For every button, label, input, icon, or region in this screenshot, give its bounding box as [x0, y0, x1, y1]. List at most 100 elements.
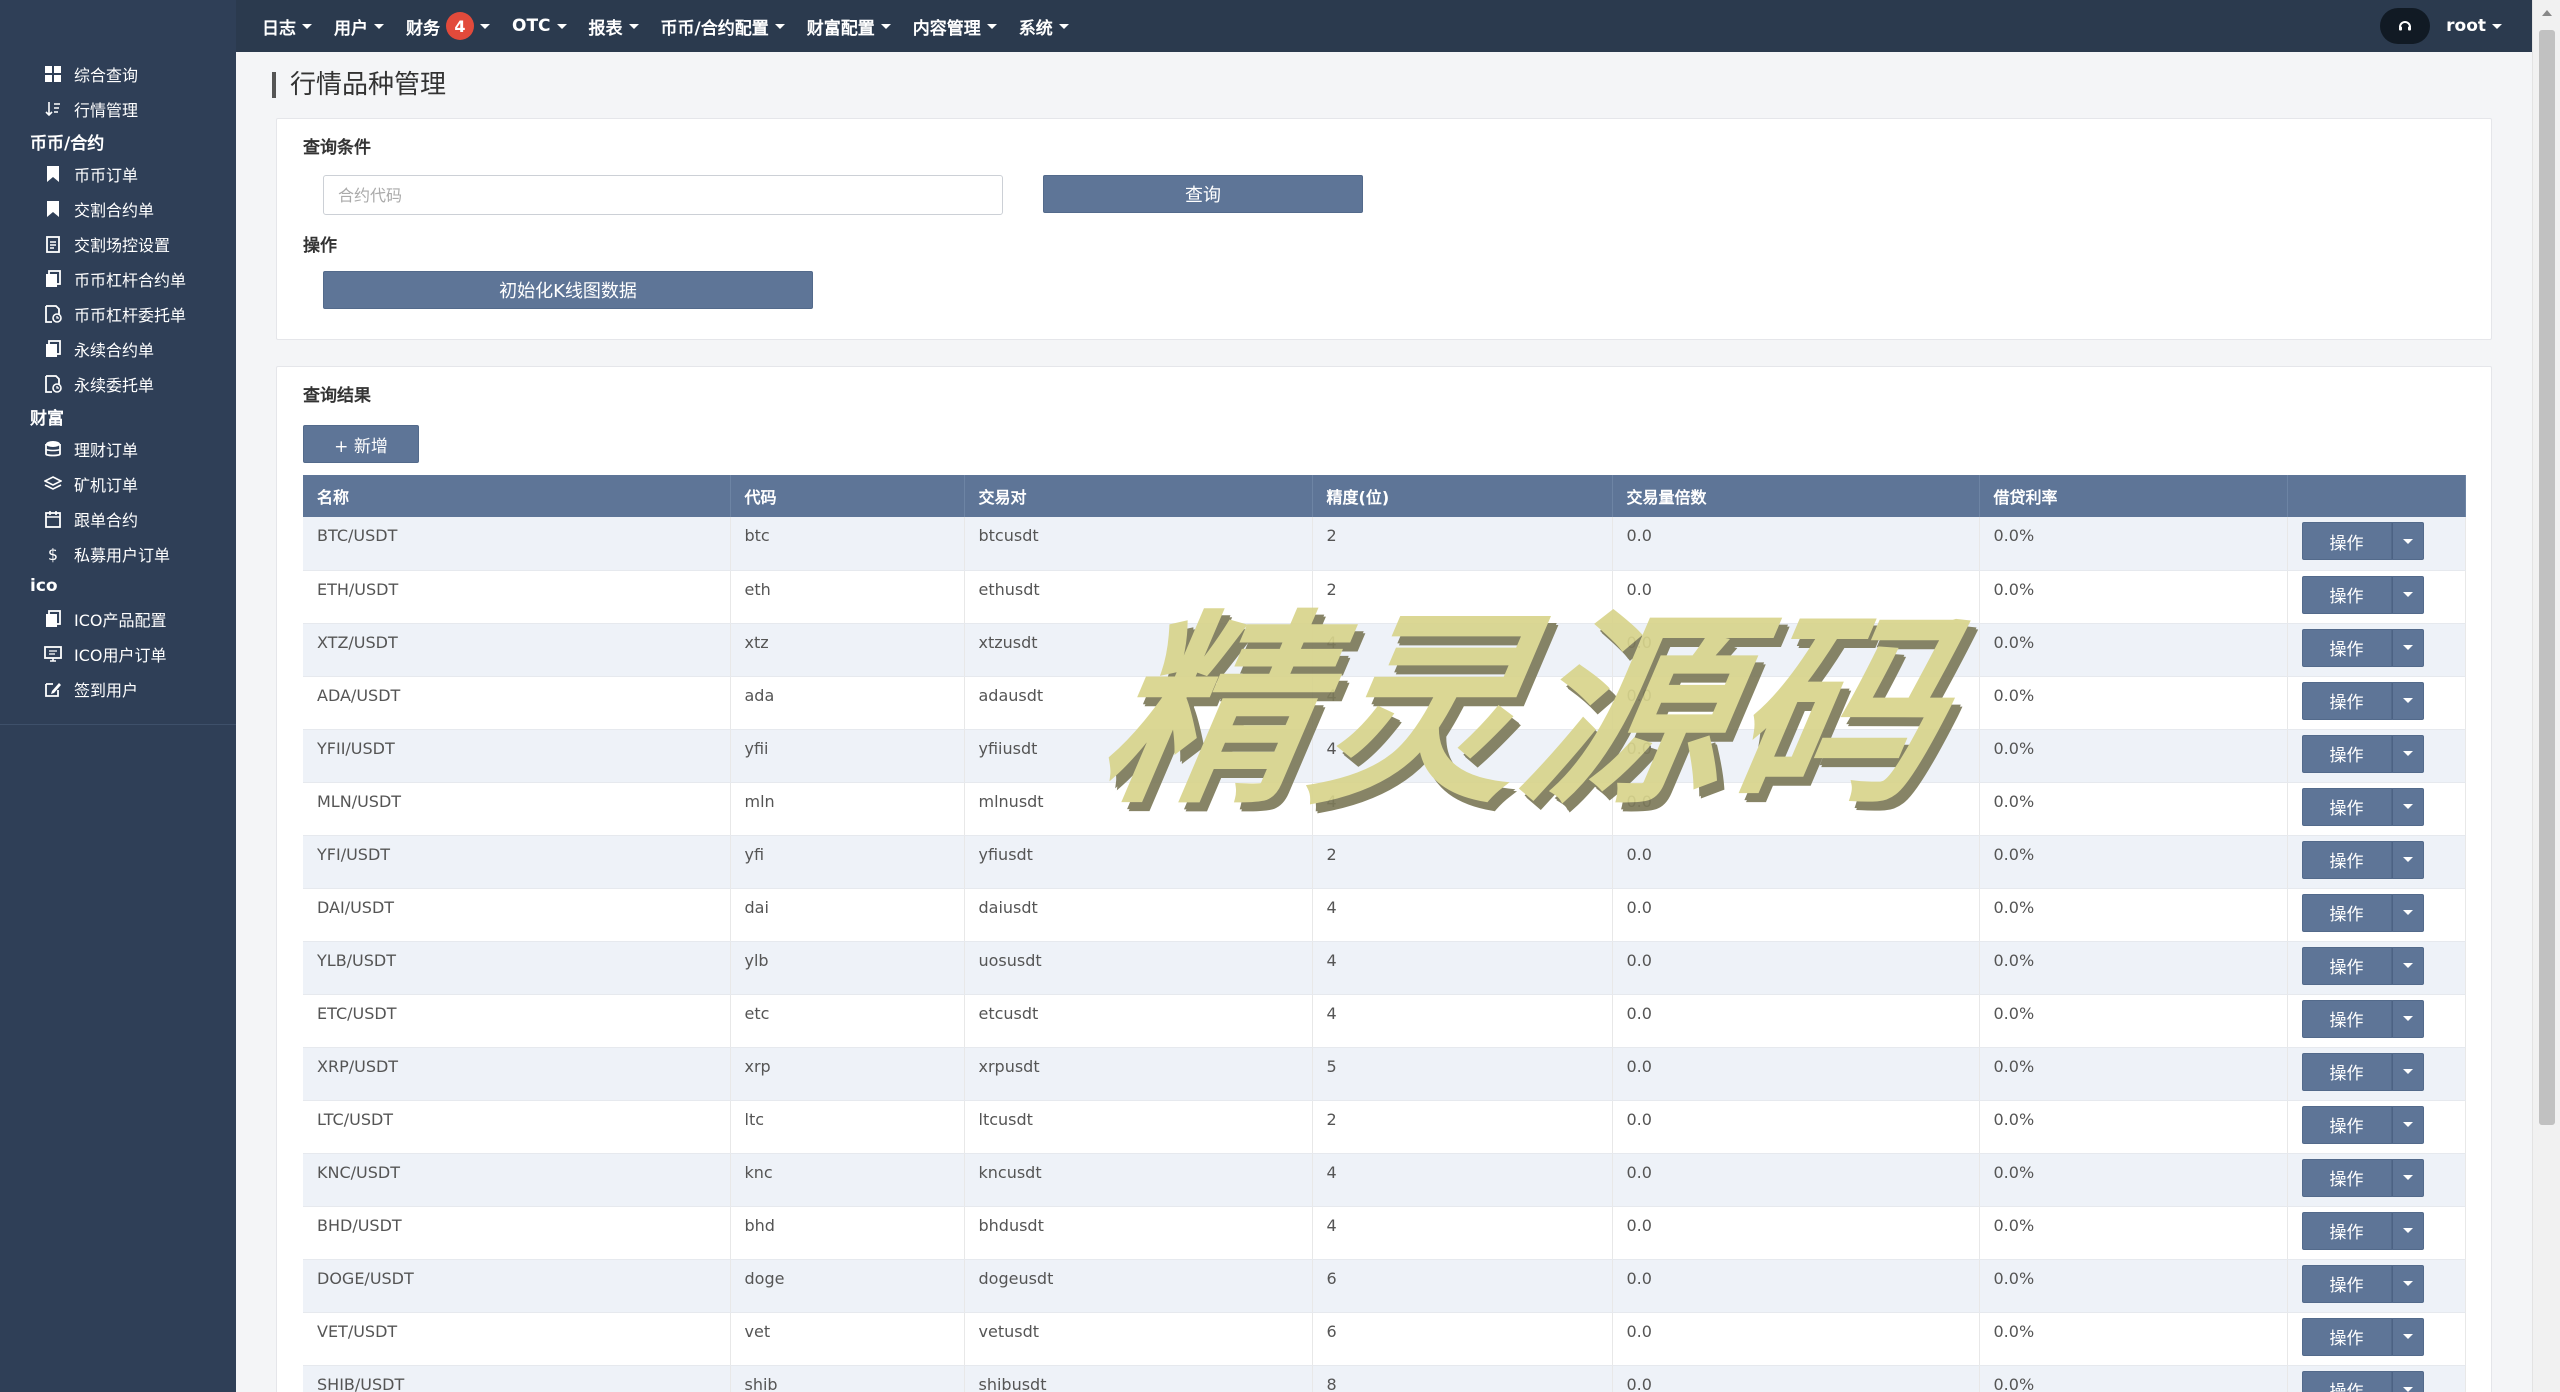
action-button[interactable]: 操作: [2301, 575, 2392, 614]
table-cell: mln: [730, 782, 965, 836]
column-header: 代码: [730, 475, 965, 517]
scrollbar-thumb[interactable]: [2539, 30, 2555, 1125]
table-cell: 0.0%: [1979, 888, 2288, 942]
chevron-down-icon: [628, 23, 639, 29]
nav-item-5[interactable]: 币币/合约配置: [661, 0, 785, 52]
chevron-down-icon: [556, 23, 567, 29]
nav-item-label: 日志: [262, 18, 296, 39]
nav-item-0[interactable]: 日志: [262, 0, 312, 52]
sidebar-item[interactable]: 永续合约单: [0, 331, 236, 366]
action-dropdown-toggle[interactable]: [2391, 1264, 2424, 1303]
sidebar-item[interactable]: 矿机订单: [0, 466, 236, 501]
table-cell: 2: [1312, 835, 1613, 889]
table-cell: DAI/USDT: [303, 888, 731, 942]
action-dropdown-toggle[interactable]: [2391, 787, 2424, 826]
action-dropdown-toggle[interactable]: [2391, 681, 2424, 720]
table-cell: vet: [730, 1312, 965, 1366]
action-button[interactable]: 操作: [2301, 734, 2392, 773]
nav-item-1[interactable]: 用户: [334, 0, 384, 52]
action-button[interactable]: 操作: [2301, 893, 2392, 932]
action-dropdown-toggle[interactable]: [2391, 999, 2424, 1038]
sidebar-item[interactable]: 行情管理: [0, 91, 236, 126]
add-button[interactable]: + 新增: [303, 425, 419, 463]
action-button[interactable]: 操作: [2301, 946, 2392, 985]
query-panel: 查询条件 查询 操作 初始化K线图数据: [276, 118, 2492, 340]
sidebar-item[interactable]: 永续委托单: [0, 366, 236, 401]
table-cell: 0.0%: [1979, 994, 2288, 1048]
action-dropdown-toggle[interactable]: [2391, 1370, 2424, 1392]
action-dropdown-toggle[interactable]: [2391, 1158, 2424, 1197]
table-row: BTC/USDT btc btcusdt 2 0.0 0.0% 操作: [303, 517, 2466, 571]
sidebar-item[interactable]: 币币杠杆合约单: [0, 261, 236, 296]
table-cell: adausdt: [964, 676, 1313, 730]
action-button[interactable]: 操作: [2301, 1158, 2392, 1197]
action-dropdown-toggle[interactable]: [2391, 840, 2424, 879]
action-button[interactable]: 操作: [2301, 1052, 2392, 1091]
action-dropdown-toggle[interactable]: [2391, 628, 2424, 667]
sidebar-item[interactable]: ICO产品配置: [0, 601, 236, 636]
table-cell: yfi: [730, 835, 965, 889]
action-dropdown-toggle[interactable]: [2391, 893, 2424, 932]
table-cell: shibusdt: [964, 1365, 1313, 1392]
headset-icon: [2399, 21, 2412, 31]
table-cell: 0.0: [1612, 888, 1980, 942]
action-dropdown-toggle[interactable]: [2391, 734, 2424, 773]
table-cell: 0.0%: [1979, 676, 2288, 730]
user-avatar-button[interactable]: [2380, 8, 2431, 44]
action-dropdown-toggle[interactable]: [2391, 575, 2424, 614]
action-button[interactable]: 操作: [2301, 681, 2392, 720]
table-cell: SHIB/USDT: [303, 1365, 731, 1392]
table-cell: mlnusdt: [964, 782, 1313, 836]
table-row: XRP/USDT xrp xrpusdt 5 0.0 0.0% 操作: [303, 1047, 2466, 1101]
table-row: BHD/USDT bhd bhdusdt 4 0.0 0.0% 操作: [303, 1206, 2466, 1260]
table-cell: ETH/USDT: [303, 570, 731, 624]
init-kline-button[interactable]: 初始化K线图数据: [323, 271, 813, 309]
actions-cell: 操作: [2287, 729, 2466, 783]
action-button[interactable]: 操作: [2301, 1211, 2392, 1250]
action-dropdown-toggle[interactable]: [2391, 1211, 2424, 1250]
action-dropdown-toggle[interactable]: [2391, 522, 2424, 560]
sidebar-item[interactable]: 币币订单: [0, 156, 236, 191]
table-cell: yfiiusdt: [964, 729, 1313, 783]
action-button[interactable]: 操作: [2301, 999, 2392, 1038]
page-scrollbar[interactable]: [2532, 0, 2560, 1392]
table-cell: KNC/USDT: [303, 1153, 731, 1207]
sidebar-item[interactable]: $ 私募用户订单: [0, 536, 236, 571]
nav-item-3[interactable]: OTC: [512, 0, 567, 52]
action-button[interactable]: 操作: [2301, 1317, 2392, 1356]
chevron-down-icon: [2402, 857, 2413, 862]
action-dropdown-toggle[interactable]: [2391, 1317, 2424, 1356]
sidebar-item[interactable]: 交割合约单: [0, 191, 236, 226]
sidebar-item[interactable]: 理财订单: [0, 431, 236, 466]
action-dropdown-toggle[interactable]: [2391, 1052, 2424, 1091]
action-button[interactable]: 操作: [2301, 1105, 2392, 1144]
action-button[interactable]: 操作: [2301, 628, 2392, 667]
scroll-up-icon[interactable]: [2542, 10, 2552, 16]
sidebar-item[interactable]: 币币杠杆委托单: [0, 296, 236, 331]
chevron-down-icon: [2402, 751, 2413, 756]
user-menu[interactable]: root: [2446, 16, 2502, 36]
sidebar-item[interactable]: 综合查询: [0, 56, 236, 91]
action-button[interactable]: 操作: [2301, 1264, 2392, 1303]
nav-item-7[interactable]: 内容管理: [913, 0, 997, 52]
sidebar-item[interactable]: 跟单合约: [0, 501, 236, 536]
action-button[interactable]: 操作: [2301, 787, 2392, 826]
database-icon: [44, 440, 62, 458]
sidebar-item[interactable]: 签到用户: [0, 671, 236, 706]
nav-item-4[interactable]: 报表: [589, 0, 639, 52]
nav-item-2[interactable]: 财务 4: [406, 0, 490, 52]
action-button-group: 操作: [2301, 681, 2451, 720]
query-button[interactable]: 查询: [1043, 175, 1363, 213]
sidebar-item[interactable]: ICO用户订单: [0, 636, 236, 671]
sidebar-item[interactable]: 交割场控设置: [0, 226, 236, 261]
action-dropdown-toggle[interactable]: [2391, 1105, 2424, 1144]
nav-item-8[interactable]: 系统: [1019, 0, 1069, 52]
nav-item-6[interactable]: 财富配置: [807, 0, 891, 52]
table-cell: 4: [1312, 1206, 1613, 1260]
table-cell: 0.0%: [1979, 517, 2288, 571]
action-dropdown-toggle[interactable]: [2391, 946, 2424, 985]
action-button[interactable]: 操作: [2301, 840, 2392, 879]
contract-code-input[interactable]: [323, 175, 1003, 215]
action-button[interactable]: 操作: [2301, 522, 2392, 560]
action-button[interactable]: 操作: [2301, 1370, 2392, 1392]
